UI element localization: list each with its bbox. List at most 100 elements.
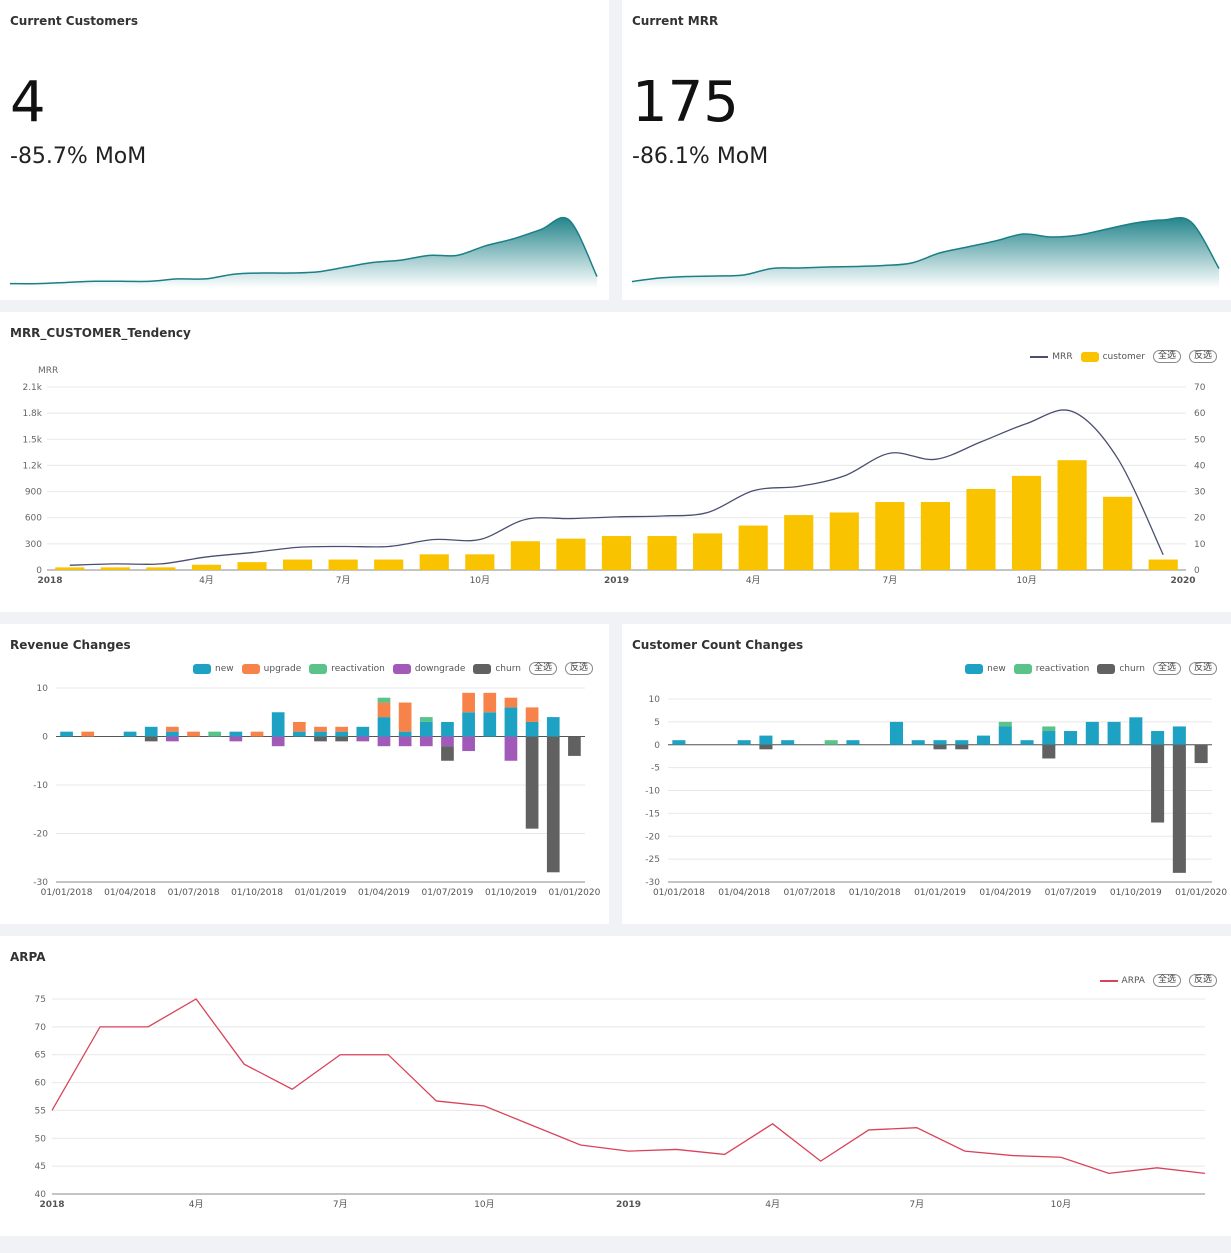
bar-customer: [966, 488, 996, 570]
revenue-changes-card: Revenue Changes new upgrade reactivation…: [0, 624, 609, 924]
bar-new: [335, 731, 349, 737]
customer-count-chart: -30 -25 -20 -15 -10 -5 0 5 10 01/01/2018 01/04/201…: [645, 695, 1227, 898]
bar-new: [504, 707, 518, 737]
bar-upgrade: [398, 702, 412, 732]
bar-new: [911, 740, 925, 745]
bar-new: [672, 740, 686, 745]
x-tick-label: 2018: [39, 1200, 64, 1210]
bar-upgrade: [525, 707, 539, 722]
bar-customer: [55, 567, 85, 570]
bar-new: [1042, 731, 1056, 745]
bar-new: [1151, 731, 1165, 745]
bar-downgrade: [398, 736, 412, 747]
bar-new: [441, 721, 454, 737]
bar-reactivation: [824, 740, 838, 745]
bar-customer: [510, 541, 540, 570]
bar-upgrade: [504, 697, 518, 708]
y-tick-label: 40: [35, 1190, 47, 1200]
y-tick-label: 75: [35, 995, 46, 1005]
x-tick-label: 2019: [616, 1200, 641, 1210]
bar-new: [846, 740, 860, 745]
y-tick-left: 600: [25, 514, 42, 524]
y-tick-label: -20: [645, 832, 660, 842]
y-tick-label: 45: [35, 1162, 46, 1172]
bar-new: [1172, 726, 1186, 745]
bar-new: [737, 740, 751, 745]
x-tick-label: 01/04/2019: [979, 888, 1031, 898]
bar-new: [976, 735, 991, 745]
y-tick-label: -30: [645, 878, 660, 888]
y-tick-right: 30: [1194, 488, 1206, 498]
bar-customer: [647, 536, 677, 570]
bar-churn: [1042, 744, 1056, 759]
bar-customer: [283, 559, 313, 570]
bar-customer: [1011, 475, 1042, 570]
bar-churn: [933, 744, 947, 750]
y-tick-right: 20: [1194, 514, 1206, 524]
y-tick-label: 0: [654, 741, 660, 751]
bar-upgrade: [462, 692, 475, 713]
bar-new: [271, 712, 285, 737]
sparkline-area: [10, 217, 597, 288]
bar-new: [1020, 740, 1034, 745]
sparkline-area: [632, 217, 1219, 288]
bar-reactivation: [1042, 726, 1056, 732]
bar-customer: [829, 512, 859, 570]
bar-customer: [738, 525, 768, 570]
bar-new: [933, 740, 947, 745]
y-tick-left: 900: [25, 488, 42, 498]
bar-upgrade: [292, 721, 306, 732]
y-tick-label: 10: [37, 684, 49, 694]
bar-new: [398, 731, 412, 737]
bar-churn: [568, 736, 581, 756]
y-tick-label: 50: [35, 1134, 47, 1144]
bar-upgrade: [483, 692, 497, 713]
y-tick-left: 2.1k: [22, 383, 42, 393]
line-arpa: [51, 998, 1206, 1175]
bar-new: [292, 731, 306, 737]
y-tick-right: 0: [1194, 566, 1200, 576]
y-tick-label: 60: [35, 1079, 47, 1089]
y-tick-label: 65: [35, 1051, 46, 1061]
bar-downgrade: [441, 736, 454, 747]
x-tick-label: 01/07/2019: [422, 888, 474, 898]
y-tick-right: 60: [1194, 409, 1206, 419]
x-tick-label: 4月: [765, 1199, 780, 1210]
bar-customer: [875, 502, 905, 570]
bar-new: [229, 731, 243, 737]
x-tick-label: 01/10/2019: [485, 888, 537, 898]
bar-downgrade: [166, 736, 179, 742]
bar-downgrade: [504, 736, 518, 761]
x-tick-label: 10月: [1051, 1199, 1071, 1210]
bar-customer: [556, 538, 586, 570]
x-tick-label: 01/04/2018: [104, 888, 156, 898]
bar-upgrade: [81, 731, 95, 737]
bar-customer: [100, 567, 130, 570]
x-tick-label: 7月: [336, 575, 351, 586]
bar-new: [546, 717, 560, 737]
x-tick-label: 7月: [882, 575, 897, 586]
bar-new: [1129, 717, 1143, 745]
bar-churn: [1151, 744, 1165, 823]
bar-upgrade: [187, 731, 200, 737]
mrr-customer-card: MRR_CUSTOMER_Tendency MRR customer 全选 反选…: [0, 312, 1231, 612]
x-tick-label: 01/04/2018: [718, 888, 770, 898]
bar-customer: [1148, 559, 1178, 570]
bar-churn: [144, 736, 158, 742]
bar-downgrade: [377, 736, 391, 747]
bar-new: [781, 740, 795, 745]
x-tick-label: 01/01/2020: [1175, 888, 1227, 898]
x-tick-label: 4月: [746, 575, 761, 586]
x-tick-label: 01/01/2019: [295, 888, 347, 898]
x-tick-label: 01/04/2019: [358, 888, 410, 898]
bar-churn: [1172, 744, 1186, 873]
x-tick-label: 2019: [604, 576, 629, 586]
bar-customer: [1057, 460, 1087, 570]
x-tick-label: 01/10/2019: [1110, 888, 1162, 898]
bar-new: [483, 712, 497, 737]
bar-upgrade: [335, 726, 349, 732]
bar-upgrade: [314, 726, 327, 732]
arpa-chart: 40 45 50 55 60 65 70 75 2018 4月 7月 10月 2019 4月 7月 10月: [35, 995, 1206, 1210]
bar-customer: [1103, 496, 1133, 570]
y-tick-label: -5: [651, 764, 660, 774]
